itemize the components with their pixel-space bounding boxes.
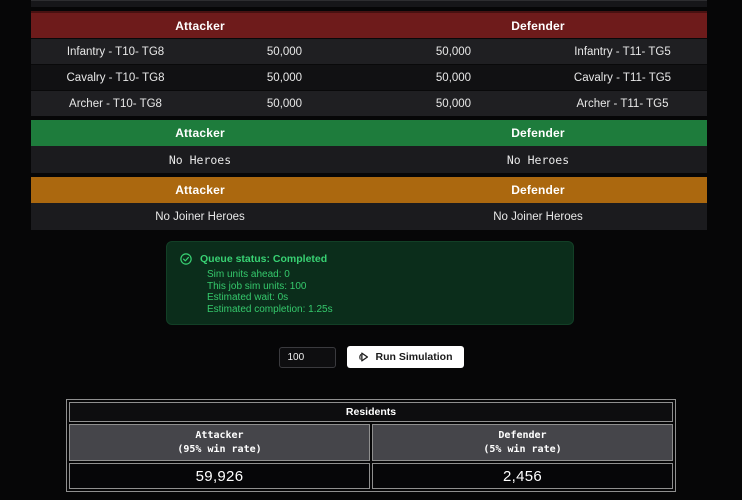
run-simulation-icon	[358, 351, 370, 363]
results-values-row: 59,926 2,456	[69, 463, 673, 489]
results-defender-header: Defender (5% win rate)	[372, 424, 673, 461]
heroes-attacker-header: Attacker	[31, 126, 369, 140]
attacker-infantry-type: Infantry - T10- TG8	[31, 46, 200, 58]
results-attacker-winrate: (95% win rate)	[70, 443, 369, 457]
results-defender-label: Defender	[373, 429, 672, 443]
heroes-value-row: No Heroes No Heroes	[31, 146, 707, 173]
results-title-row: Residents	[69, 402, 673, 422]
status-line-job-units: This job sim units: 100	[207, 281, 557, 293]
defender-cavalry-count: 50,000	[369, 72, 538, 84]
defender-residents-value: 2,456	[372, 463, 673, 489]
attacker-joiner-value: No Joiner Heroes	[31, 211, 369, 223]
troops-defender-header: Defender	[369, 19, 707, 33]
run-simulation-button[interactable]: Run Simulation	[347, 346, 464, 368]
attacker-cavalry-type: Cavalry - T10- TG8	[31, 72, 200, 84]
sim-units-input[interactable]	[279, 347, 336, 368]
joiner-heroes-table: Attacker Defender No Joiner Heroes No Jo…	[31, 177, 707, 230]
heroes-table: Attacker Defender No Heroes No Heroes	[31, 120, 707, 173]
results-header-row: Attacker (95% win rate) Defender (5% win…	[69, 424, 673, 461]
cropped-previous-row	[31, 0, 707, 7]
results-title: Residents	[69, 402, 673, 422]
status-line-units-ahead: Sim units ahead: 0	[207, 269, 557, 281]
results-defender-winrate: (5% win rate)	[373, 443, 672, 457]
attacker-archer-count: 50,000	[200, 98, 369, 110]
attacker-cavalry-count: 50,000	[200, 72, 369, 84]
attacker-residents-value: 59,926	[69, 463, 370, 489]
defender-cavalry-type: Cavalry - T11- TG5	[538, 72, 707, 84]
defender-archer-count: 50,000	[369, 98, 538, 110]
table-row-cavalry: Cavalry - T10- TG8 50,000 50,000 Cavalry…	[31, 64, 707, 90]
battle-simulator-page: Attacker Defender Infantry - T10- TG8 50…	[0, 0, 742, 500]
status-line-wait: Estimated wait: 0s	[207, 292, 557, 304]
joiner-value-row: No Joiner Heroes No Joiner Heroes	[31, 203, 707, 230]
troops-table: Attacker Defender Infantry - T10- TG8 50…	[31, 11, 707, 116]
defender-infantry-type: Infantry - T11- TG5	[538, 46, 707, 58]
queue-status-panel: Queue status: Completed Sim units ahead:…	[166, 241, 574, 325]
table-row-archer: Archer - T10- TG8 50,000 50,000 Archer -…	[31, 90, 707, 116]
results-attacker-header: Attacker (95% win rate)	[69, 424, 370, 461]
defender-joiner-value: No Joiner Heroes	[369, 211, 707, 223]
results-attacker-label: Attacker	[70, 429, 369, 443]
heroes-defender-header: Defender	[369, 126, 707, 140]
joiner-attacker-header: Attacker	[31, 183, 369, 197]
queue-status-title-row: Queue status: Completed	[180, 252, 557, 266]
attacker-infantry-count: 50,000	[200, 46, 369, 58]
check-circle-icon	[180, 253, 192, 265]
results-table: Residents Attacker (95% win rate) Defend…	[66, 399, 676, 492]
defender-infantry-count: 50,000	[369, 46, 538, 58]
attacker-heroes-value: No Heroes	[31, 153, 369, 167]
troops-attacker-header: Attacker	[31, 19, 369, 33]
attacker-archer-type: Archer - T10- TG8	[31, 98, 200, 110]
status-line-completion: Estimated completion: 1.25s	[207, 304, 557, 316]
queue-status-title: Queue status: Completed	[200, 252, 327, 266]
heroes-header-row: Attacker Defender	[31, 120, 707, 146]
troops-header-row: Attacker Defender	[31, 11, 707, 38]
defender-archer-type: Archer - T11- TG5	[538, 98, 707, 110]
queue-status-details: Sim units ahead: 0 This job sim units: 1…	[207, 269, 557, 315]
run-button-label: Run Simulation	[376, 351, 453, 363]
joiner-header-row: Attacker Defender	[31, 177, 707, 203]
table-row-infantry: Infantry - T10- TG8 50,000 50,000 Infant…	[31, 38, 707, 64]
simulation-controls: Run Simulation	[0, 346, 742, 368]
defender-heroes-value: No Heroes	[369, 153, 707, 167]
joiner-defender-header: Defender	[369, 183, 707, 197]
